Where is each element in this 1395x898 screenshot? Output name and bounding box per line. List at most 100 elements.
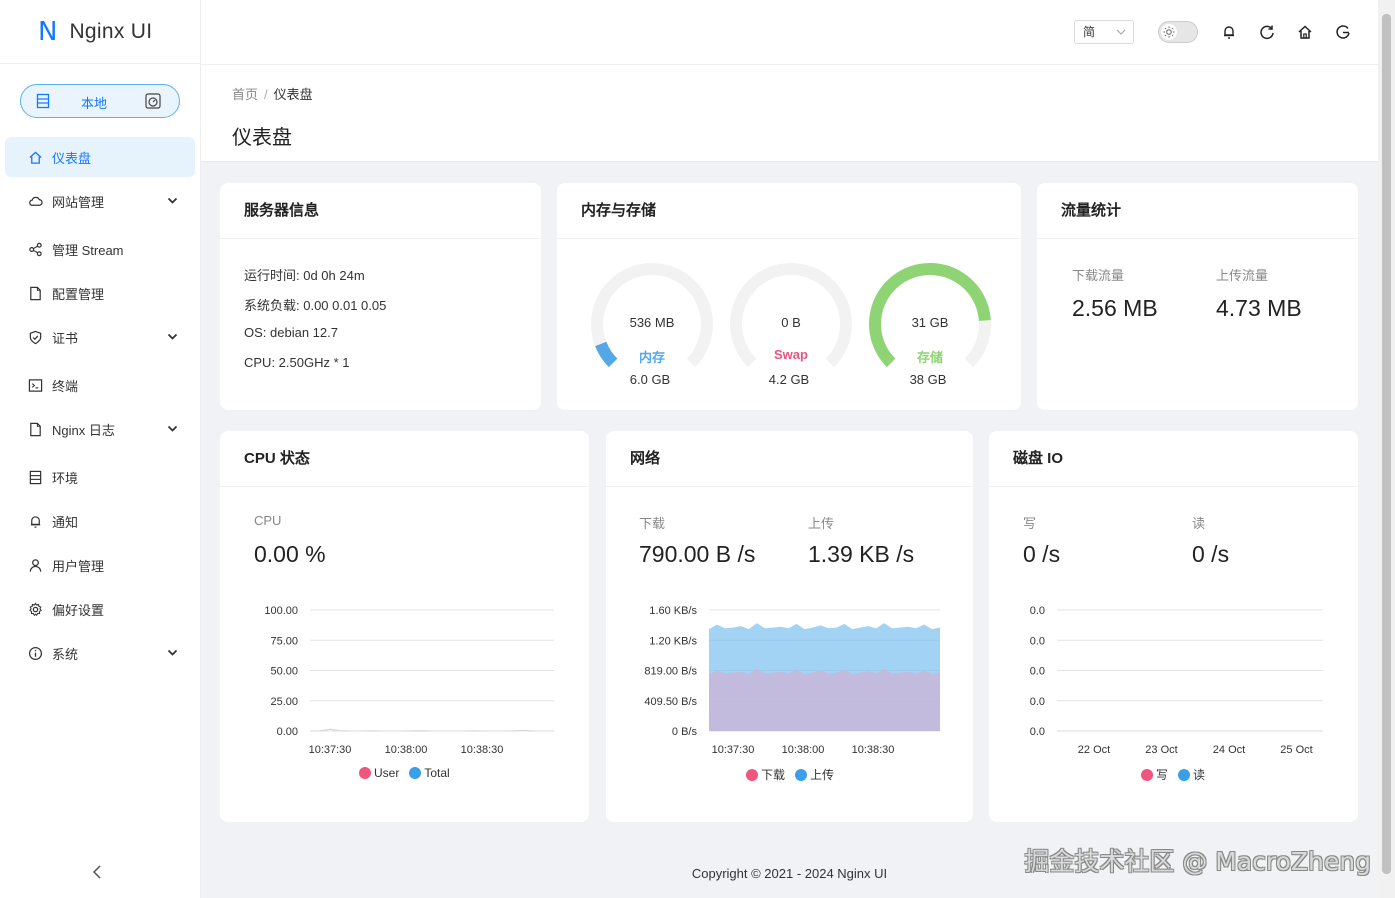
x-tick-label: 25 Oct: [1280, 744, 1312, 756]
sidebar-item-2[interactable]: 管理 Stream: [5, 229, 195, 269]
bell-icon[interactable]: [1221, 24, 1237, 40]
sidebar-item-10[interactable]: 偏好设置: [5, 589, 195, 629]
breadcrumb-home[interactable]: 首页: [232, 87, 258, 102]
user-icon: [27, 557, 43, 573]
memory-storage-card: 内存与存储 536 MB 内存 6.0 GB 0 B Swap 4.2 GB 31 GB 存储…: [557, 183, 1021, 410]
chevron-down-icon: [167, 422, 178, 437]
home-icon[interactable]: [1297, 24, 1313, 40]
sidebar-item-8[interactable]: 通知: [5, 501, 195, 541]
sidebar-item-4[interactable]: 证书: [5, 317, 195, 357]
breadcrumb-current: 仪表盘: [273, 87, 313, 102]
disk-write-label: 写: [1023, 516, 1037, 531]
disk-io-title: 磁盘 IO: [989, 431, 1358, 487]
gauge-used-value: 31 GB: [911, 315, 949, 330]
cpu-info-text: CPU: 2.50GHz * 1: [244, 355, 350, 370]
cloud-icon: [27, 193, 43, 209]
sidebar-item-5[interactable]: 终端: [5, 365, 195, 405]
y-tick-label: 0 B/s: [672, 726, 698, 738]
server-info-card: 服务器信息 运行时间: 0d 0h 24m 系统负载: 0.00 0.01 0.…: [220, 183, 541, 410]
sidebar-item-label: 终端: [52, 378, 79, 394]
disk-write-value: 0 /s: [1023, 541, 1061, 567]
legend-user-dot: [359, 767, 371, 779]
download-traffic-label: 下载流量: [1072, 268, 1125, 283]
sidebar-item-label: 通知: [52, 514, 79, 530]
reload-icon[interactable]: [1259, 24, 1275, 40]
network-upload-label: 上传: [808, 516, 835, 531]
logo[interactable]: N Nginx UI: [0, 0, 200, 64]
download-traffic-value: 2.56 MB: [1072, 295, 1158, 321]
network-card: 网络 下载 790.00 B /s 上传 1.39 KB /s 1.60 KB/…: [606, 431, 973, 822]
sidebar-item-label: 偏好设置: [52, 602, 105, 618]
sidebar-item-3[interactable]: 配置管理: [5, 273, 195, 313]
x-tick-label: 10:38:00: [385, 744, 428, 756]
y-tick-label: 75.00: [270, 635, 298, 647]
collapse-sidebar-icon[interactable]: [92, 865, 102, 884]
y-tick-label: 50.00: [270, 666, 298, 678]
disk-chart-legend: 写 读: [1141, 766, 1205, 783]
y-tick-label: 0.0: [1030, 635, 1045, 647]
legend-user-label[interactable]: User: [374, 766, 399, 780]
file-icon: [27, 285, 43, 301]
traffic-card: 流量统计 下载流量 2.56 MB 上传流量 4.73 MB: [1037, 183, 1358, 410]
upload-traffic-label: 上传流量: [1216, 268, 1269, 283]
legend-write-label[interactable]: 写: [1156, 766, 1168, 783]
network-chart: 1.60 KB/s 1.20 KB/s 819.00 B/s 409.50 B/s 0 …: [644, 605, 940, 756]
language-select[interactable]: 简: [1074, 20, 1134, 44]
disk-read-label: 读: [1192, 516, 1206, 531]
sidebar: N Nginx UI 本地 仪表盘 网站管理管理 Stream 配置管理 证书终端 Ng…: [0, 0, 201, 898]
y-tick-label: 409.50 B/s: [644, 696, 697, 708]
y-tick-label: 100.00: [264, 605, 298, 617]
legend-total-label[interactable]: Total: [424, 766, 449, 780]
sidebar-item-0[interactable]: 仪表盘: [5, 137, 195, 177]
y-tick-label: 25.00: [270, 696, 298, 708]
sidebar-item-7[interactable]: 环境: [5, 457, 195, 497]
x-tick-label: 22 Oct: [1078, 744, 1110, 756]
page-scrollbar[interactable]: [1378, 0, 1395, 898]
sidebar-item-9[interactable]: 用户管理: [5, 545, 195, 585]
sidebar-item-11[interactable]: 系统: [5, 633, 195, 673]
cpu-label: CPU: [254, 513, 282, 528]
terminal-icon: [27, 377, 43, 393]
legend-download-label[interactable]: 下载: [761, 766, 785, 783]
x-tick-label: 23 Oct: [1145, 744, 1177, 756]
gauge-name: 存储: [916, 350, 943, 365]
x-tick-label: 10:38:30: [461, 744, 504, 756]
chevron-down-icon: [167, 194, 178, 209]
gauge-total-value: 6.0 GB: [629, 372, 671, 387]
dashboard-gauge-icon[interactable]: [145, 93, 161, 112]
legend-upload-label[interactable]: 上传: [810, 766, 834, 783]
legend-read-label[interactable]: 读: [1193, 766, 1205, 783]
gauge-name: 内存: [638, 350, 665, 365]
cpu-chart: 100.00 75.00 50.00 25.00 0.00 10:37:30 10:38:0…: [264, 605, 554, 756]
top-bar: 简: [201, 0, 1378, 64]
memory-storage-title: 内存与存储: [557, 183, 1021, 239]
y-tick-label: 1.60 KB/s: [649, 605, 697, 617]
theme-toggle[interactable]: [1158, 21, 1198, 43]
gauge-total-value: 4.2 GB: [768, 372, 810, 387]
os-text: OS: debian 12.7: [244, 325, 338, 340]
network-chart-legend: 下载 上传: [746, 766, 834, 783]
gauge-total-value: 38 GB: [909, 372, 947, 387]
y-tick-label: 0.0: [1030, 666, 1045, 678]
sidebar-item-6[interactable]: Nginx 日志: [5, 409, 195, 449]
database-icon: [27, 469, 43, 485]
app-name: Nginx UI: [69, 19, 153, 43]
sun-icon: [1161, 24, 1177, 40]
logout-icon[interactable]: [1335, 24, 1351, 40]
sidebar-item-label: Nginx 日志: [52, 422, 115, 438]
scrollbar-thumb[interactable]: [1382, 14, 1391, 874]
legend-write-dot: [1141, 768, 1153, 781]
sidebar-item-1[interactable]: 网站管理: [5, 181, 195, 221]
sidebar-item-label: 系统: [52, 646, 79, 662]
load-text: 系统负载: 0.00 0.01 0.05: [244, 298, 387, 313]
legend-download-dot: [746, 768, 758, 781]
environment-switch[interactable]: 本地: [20, 84, 180, 118]
server-info-title: 服务器信息: [220, 183, 541, 239]
y-tick-label: 0.0: [1030, 726, 1045, 738]
chevron-down-icon: [167, 646, 178, 661]
sidebar-item-label: 管理 Stream: [52, 242, 124, 258]
x-tick-label: 10:37:30: [712, 744, 755, 756]
y-tick-label: 0.0: [1030, 605, 1045, 617]
disk-io-chart: 0.0 0.0 0.0 0.0 0.0 22 Oct 23 Oct 24 Oct 25 Oct: [1030, 605, 1323, 756]
environment-label: 本地: [81, 96, 108, 111]
